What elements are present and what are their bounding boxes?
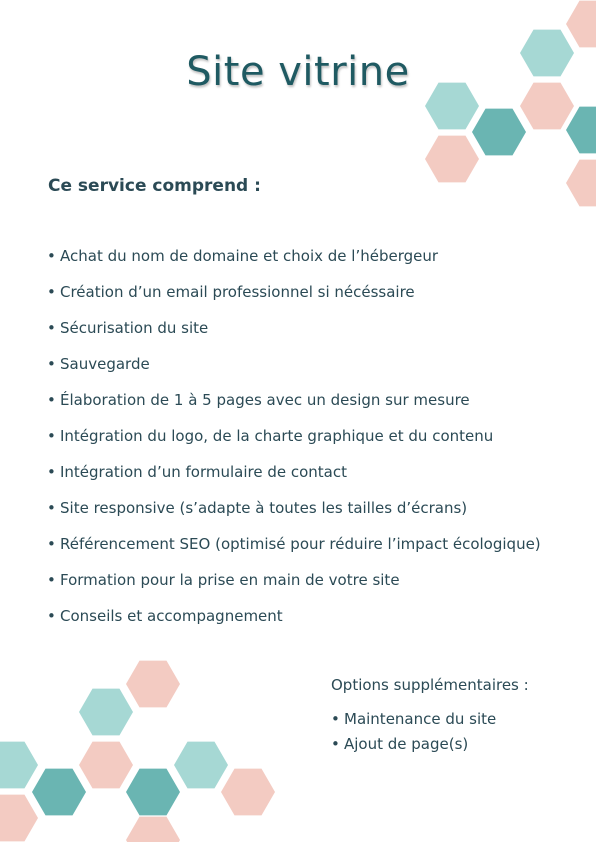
list-item-text: Référencement SEO (optimisé pour réduire… bbox=[60, 535, 541, 553]
bullet: • bbox=[331, 710, 340, 728]
options-list: • Maintenance du site • Ajout de page(s) bbox=[331, 707, 496, 757]
list-item: • Ajout de page(s) bbox=[331, 732, 496, 757]
list-item-text: Sauvegarde bbox=[60, 355, 150, 373]
hexagon-shape bbox=[32, 768, 86, 816]
hexagon-shape bbox=[79, 688, 133, 736]
list-item: • Sécurisation du site bbox=[47, 310, 541, 346]
list-item-text: Site responsive (s’adapte à toutes les t… bbox=[60, 499, 468, 517]
list-item-text: Achat du nom de domaine et choix de l’hé… bbox=[60, 247, 439, 265]
list-item: • Formation pour la prise en main de votr… bbox=[47, 562, 541, 598]
hexagon-shape bbox=[126, 660, 180, 708]
list-item-text: Ajout de page(s) bbox=[344, 735, 469, 753]
hexagon-shape bbox=[0, 741, 38, 789]
list-item-text: Sécurisation du site bbox=[60, 319, 209, 337]
options-title: Options supplémentaires : bbox=[331, 676, 529, 694]
list-item-text: Intégration d’un formulaire de contact bbox=[60, 463, 347, 481]
hexagon-shape bbox=[174, 741, 228, 789]
bullet: • bbox=[47, 535, 56, 553]
list-item-text: Maintenance du site bbox=[344, 710, 497, 728]
hexagon-shape bbox=[126, 816, 180, 842]
hexagon-shape bbox=[126, 768, 180, 816]
bullet: • bbox=[47, 571, 56, 589]
hexagon-shape bbox=[79, 741, 133, 789]
bullet: • bbox=[47, 427, 56, 445]
bullet: • bbox=[47, 463, 56, 481]
list-item-text: Formation pour la prise en main de votre… bbox=[60, 571, 400, 589]
list-item: • Élaboration de 1 à 5 pages avec un desi… bbox=[47, 382, 541, 418]
bullet: • bbox=[47, 391, 56, 409]
list-item: • Création d’un email professionnel si né… bbox=[47, 274, 541, 310]
list-item: • Intégration du logo, de la charte graph… bbox=[47, 418, 541, 454]
bullet: • bbox=[331, 735, 340, 753]
list-item: • Site responsive (s’adapte à toutes les … bbox=[47, 490, 541, 526]
list-item: • Maintenance du site bbox=[331, 707, 496, 732]
hexagon-shape bbox=[566, 0, 596, 48]
hexagon-shape bbox=[0, 794, 38, 842]
hexagon-shape bbox=[221, 768, 275, 816]
list-item: • Sauvegarde bbox=[47, 346, 541, 382]
bullet: • bbox=[47, 355, 56, 373]
bullet: • bbox=[47, 607, 56, 625]
page-title: Site vitrine bbox=[186, 49, 410, 95]
hexagon-shape bbox=[472, 108, 526, 156]
bullet: • bbox=[47, 319, 56, 337]
bullet: • bbox=[47, 499, 56, 517]
bullet: • bbox=[47, 283, 56, 301]
services-intro: Ce service comprend : bbox=[48, 176, 261, 196]
hexagon-shape bbox=[566, 159, 596, 207]
list-item-text: Élaboration de 1 à 5 pages avec un desig… bbox=[60, 391, 470, 409]
list-item: • Conseils et accompagnement bbox=[47, 598, 541, 634]
list-item: • Achat du nom de domaine et choix de l’h… bbox=[47, 238, 541, 274]
list-item: • Référencement SEO (optimisé pour réduir… bbox=[47, 526, 541, 562]
list-item-text: Création d’un email professionnel si néc… bbox=[60, 283, 415, 301]
hexagon-shape bbox=[566, 106, 596, 154]
services-list: • Achat du nom de domaine et choix de l’h… bbox=[47, 238, 541, 634]
list-item-text: Conseils et accompagnement bbox=[60, 607, 283, 625]
list-item: • Intégration d’un formulaire de contact bbox=[47, 454, 541, 490]
bullet: • bbox=[47, 247, 56, 265]
hexagon-shape bbox=[425, 135, 479, 183]
list-item-text: Intégration du logo, de la charte graphi… bbox=[60, 427, 494, 445]
